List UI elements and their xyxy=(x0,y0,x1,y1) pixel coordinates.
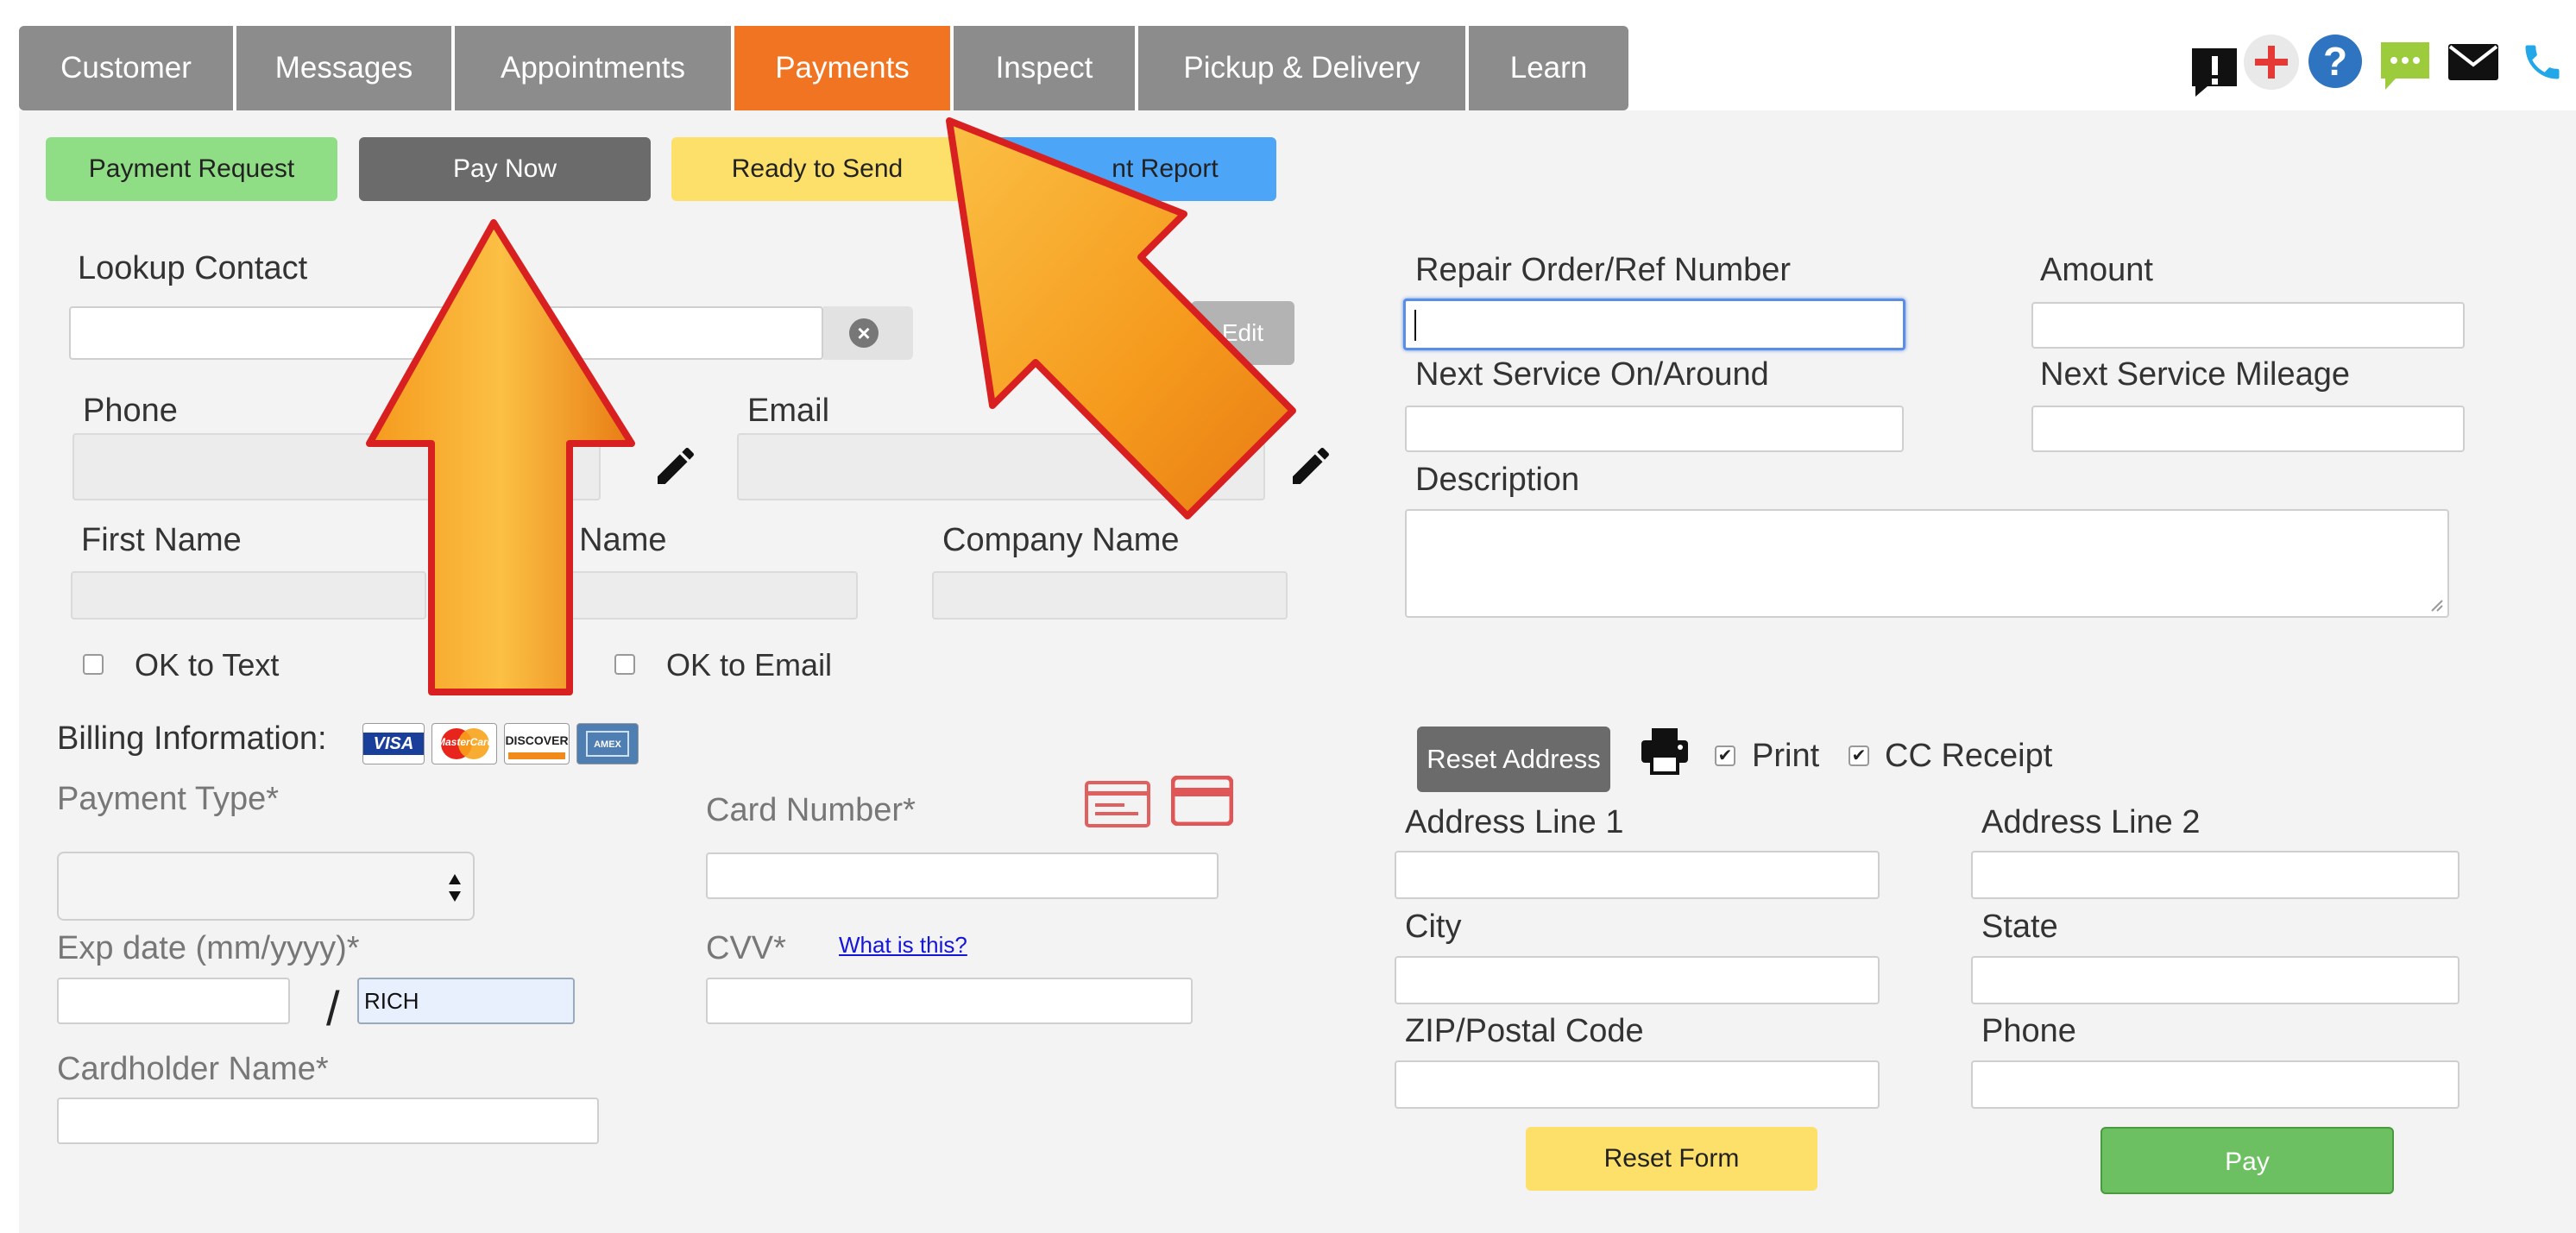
diagonal-arrow-annotation xyxy=(946,117,1296,519)
mail-icon[interactable] xyxy=(2447,41,2499,83)
address-phone-input[interactable] xyxy=(1971,1060,2459,1109)
exp-year-input[interactable]: RICH xyxy=(357,978,575,1024)
company-name-field[interactable] xyxy=(932,571,1288,620)
address-line1-label: Address Line 1 xyxy=(1405,804,1624,840)
zip-input[interactable] xyxy=(1395,1060,1880,1109)
reset-address-button[interactable]: Reset Address xyxy=(1417,727,1610,792)
next-mileage-input[interactable] xyxy=(2031,406,2465,452)
tab-learn[interactable]: Learn xyxy=(1469,26,1628,110)
cvv-help-link[interactable]: What is this? xyxy=(839,932,967,959)
tab-inspect[interactable]: Inspect xyxy=(954,26,1135,110)
lookup-clear-button[interactable]: × xyxy=(823,306,913,360)
city-label: City xyxy=(1405,909,1462,945)
description-label: Description xyxy=(1415,462,1580,498)
phone-icon[interactable] xyxy=(2518,38,2567,86)
card-number-label: Card Number* xyxy=(706,792,916,828)
payment-type-label: Payment Type* xyxy=(57,781,280,817)
cc-receipt-checkbox[interactable]: ✔ xyxy=(1849,745,1869,766)
payment-request-button[interactable]: Payment Request xyxy=(46,137,337,201)
printer-icon[interactable] xyxy=(1638,725,1691,777)
ok-to-text-label: OK to Text xyxy=(135,647,280,683)
phone-label: Phone xyxy=(83,393,178,429)
print-label: Print xyxy=(1752,738,1820,774)
state-input[interactable] xyxy=(1971,956,2459,1004)
tab-pickup-delivery[interactable]: Pickup & Delivery xyxy=(1138,26,1465,110)
help-icon[interactable]: ? xyxy=(2308,35,2362,88)
tab-customer[interactable]: Customer xyxy=(19,26,233,110)
tab-messages[interactable]: Messages xyxy=(236,26,451,110)
state-label: State xyxy=(1981,909,2058,945)
close-icon: × xyxy=(849,318,879,348)
cardholder-input[interactable] xyxy=(57,1098,599,1144)
lookup-contact-label: Lookup Contact xyxy=(78,250,308,286)
up-arrow-annotation xyxy=(366,219,635,695)
next-service-input[interactable] xyxy=(1405,406,1904,452)
main-nav: Customer Messages Appointments Payments … xyxy=(19,26,1628,110)
alert-icon[interactable] xyxy=(2189,43,2240,98)
address-line2-input[interactable] xyxy=(1971,851,2459,899)
description-textarea[interactable] xyxy=(1405,509,2449,618)
print-checkbox[interactable]: ✔ xyxy=(1715,745,1735,766)
repair-order-input[interactable] xyxy=(1403,299,1905,350)
pay-now-button[interactable]: Pay Now xyxy=(359,137,651,201)
tab-appointments[interactable]: Appointments xyxy=(455,26,731,110)
reset-form-button[interactable]: Reset Form xyxy=(1526,1127,1817,1191)
cvv-input[interactable] xyxy=(706,978,1193,1024)
resize-handle-icon[interactable] xyxy=(2427,595,2444,613)
edit-phone-icon[interactable] xyxy=(651,440,701,492)
select-arrows-icon xyxy=(449,874,461,902)
next-mileage-label: Next Service Mileage xyxy=(2040,356,2351,393)
zip-label: ZIP/Postal Code xyxy=(1405,1013,1644,1049)
ok-to-text-checkbox[interactable] xyxy=(83,654,104,675)
address-line2-label: Address Line 2 xyxy=(1981,804,2201,840)
email-label: Email xyxy=(747,393,830,429)
amount-label: Amount xyxy=(2040,252,2153,288)
city-input[interactable] xyxy=(1395,956,1880,1004)
address-line1-input[interactable] xyxy=(1395,851,1880,899)
first-name-label: First Name xyxy=(81,522,242,558)
amount-input[interactable] xyxy=(2031,302,2465,349)
discover-icon: DISCOVER xyxy=(504,723,570,764)
cardholder-label: Cardholder Name* xyxy=(57,1051,329,1087)
text-cursor xyxy=(1414,310,1416,341)
cc-receipt-label: CC Receipt xyxy=(1885,738,2053,774)
card-back-icon xyxy=(1084,780,1151,828)
ready-to-send-button[interactable]: Ready to Send xyxy=(671,137,963,201)
repair-order-label: Repair Order/Ref Number xyxy=(1415,252,1792,288)
chat-icon[interactable] xyxy=(2378,40,2432,93)
payment-type-select[interactable] xyxy=(57,852,475,921)
exp-month-input[interactable] xyxy=(57,978,290,1024)
amex-icon: AMEX xyxy=(576,723,639,764)
mastercard-icon: MasterCard xyxy=(431,723,497,764)
next-service-label: Next Service On/Around xyxy=(1415,356,1769,393)
ok-to-email-label: OK to Email xyxy=(666,647,833,683)
visa-icon: VISA xyxy=(362,723,425,764)
tab-payments[interactable]: Payments xyxy=(734,26,950,110)
credit-card-icon xyxy=(1170,775,1234,827)
cvv-label: CVV* xyxy=(706,930,786,966)
plus-icon[interactable] xyxy=(2244,35,2299,90)
card-number-input[interactable] xyxy=(706,852,1219,899)
billing-title: Billing Information: xyxy=(57,720,327,757)
exp-separator: / xyxy=(326,981,340,1035)
exp-date-label: Exp date (mm/yyyy)* xyxy=(57,930,360,966)
address-phone-label: Phone xyxy=(1981,1013,2076,1049)
pay-button[interactable]: Pay xyxy=(2100,1127,2394,1194)
